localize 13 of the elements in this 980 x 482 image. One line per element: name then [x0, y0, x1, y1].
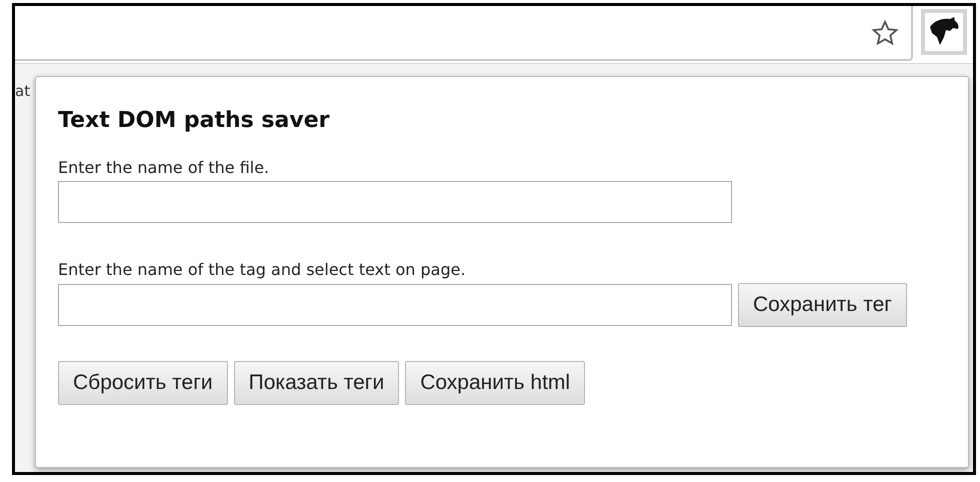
action-button[interactable]: Сохранить html	[405, 361, 586, 405]
action-button[interactable]: Сбросить теги	[58, 361, 228, 405]
field-label: Enter the name of the file.	[58, 157, 270, 179]
save-tag-button[interactable]: Сохранить тег	[738, 283, 907, 327]
field-label: Enter the name of the tag and select text on page.	[58, 259, 467, 281]
page-text-fragment: at	[15, 82, 30, 100]
text-input[interactable]	[58, 181, 732, 223]
star-icon[interactable]	[871, 18, 899, 46]
text-input[interactable]	[58, 284, 732, 326]
wolf-head-icon	[928, 17, 960, 47]
action-button[interactable]: Показать теги	[234, 361, 400, 405]
popup-title: Text DOM paths saver	[58, 107, 330, 135]
extension-button[interactable]	[921, 9, 967, 55]
